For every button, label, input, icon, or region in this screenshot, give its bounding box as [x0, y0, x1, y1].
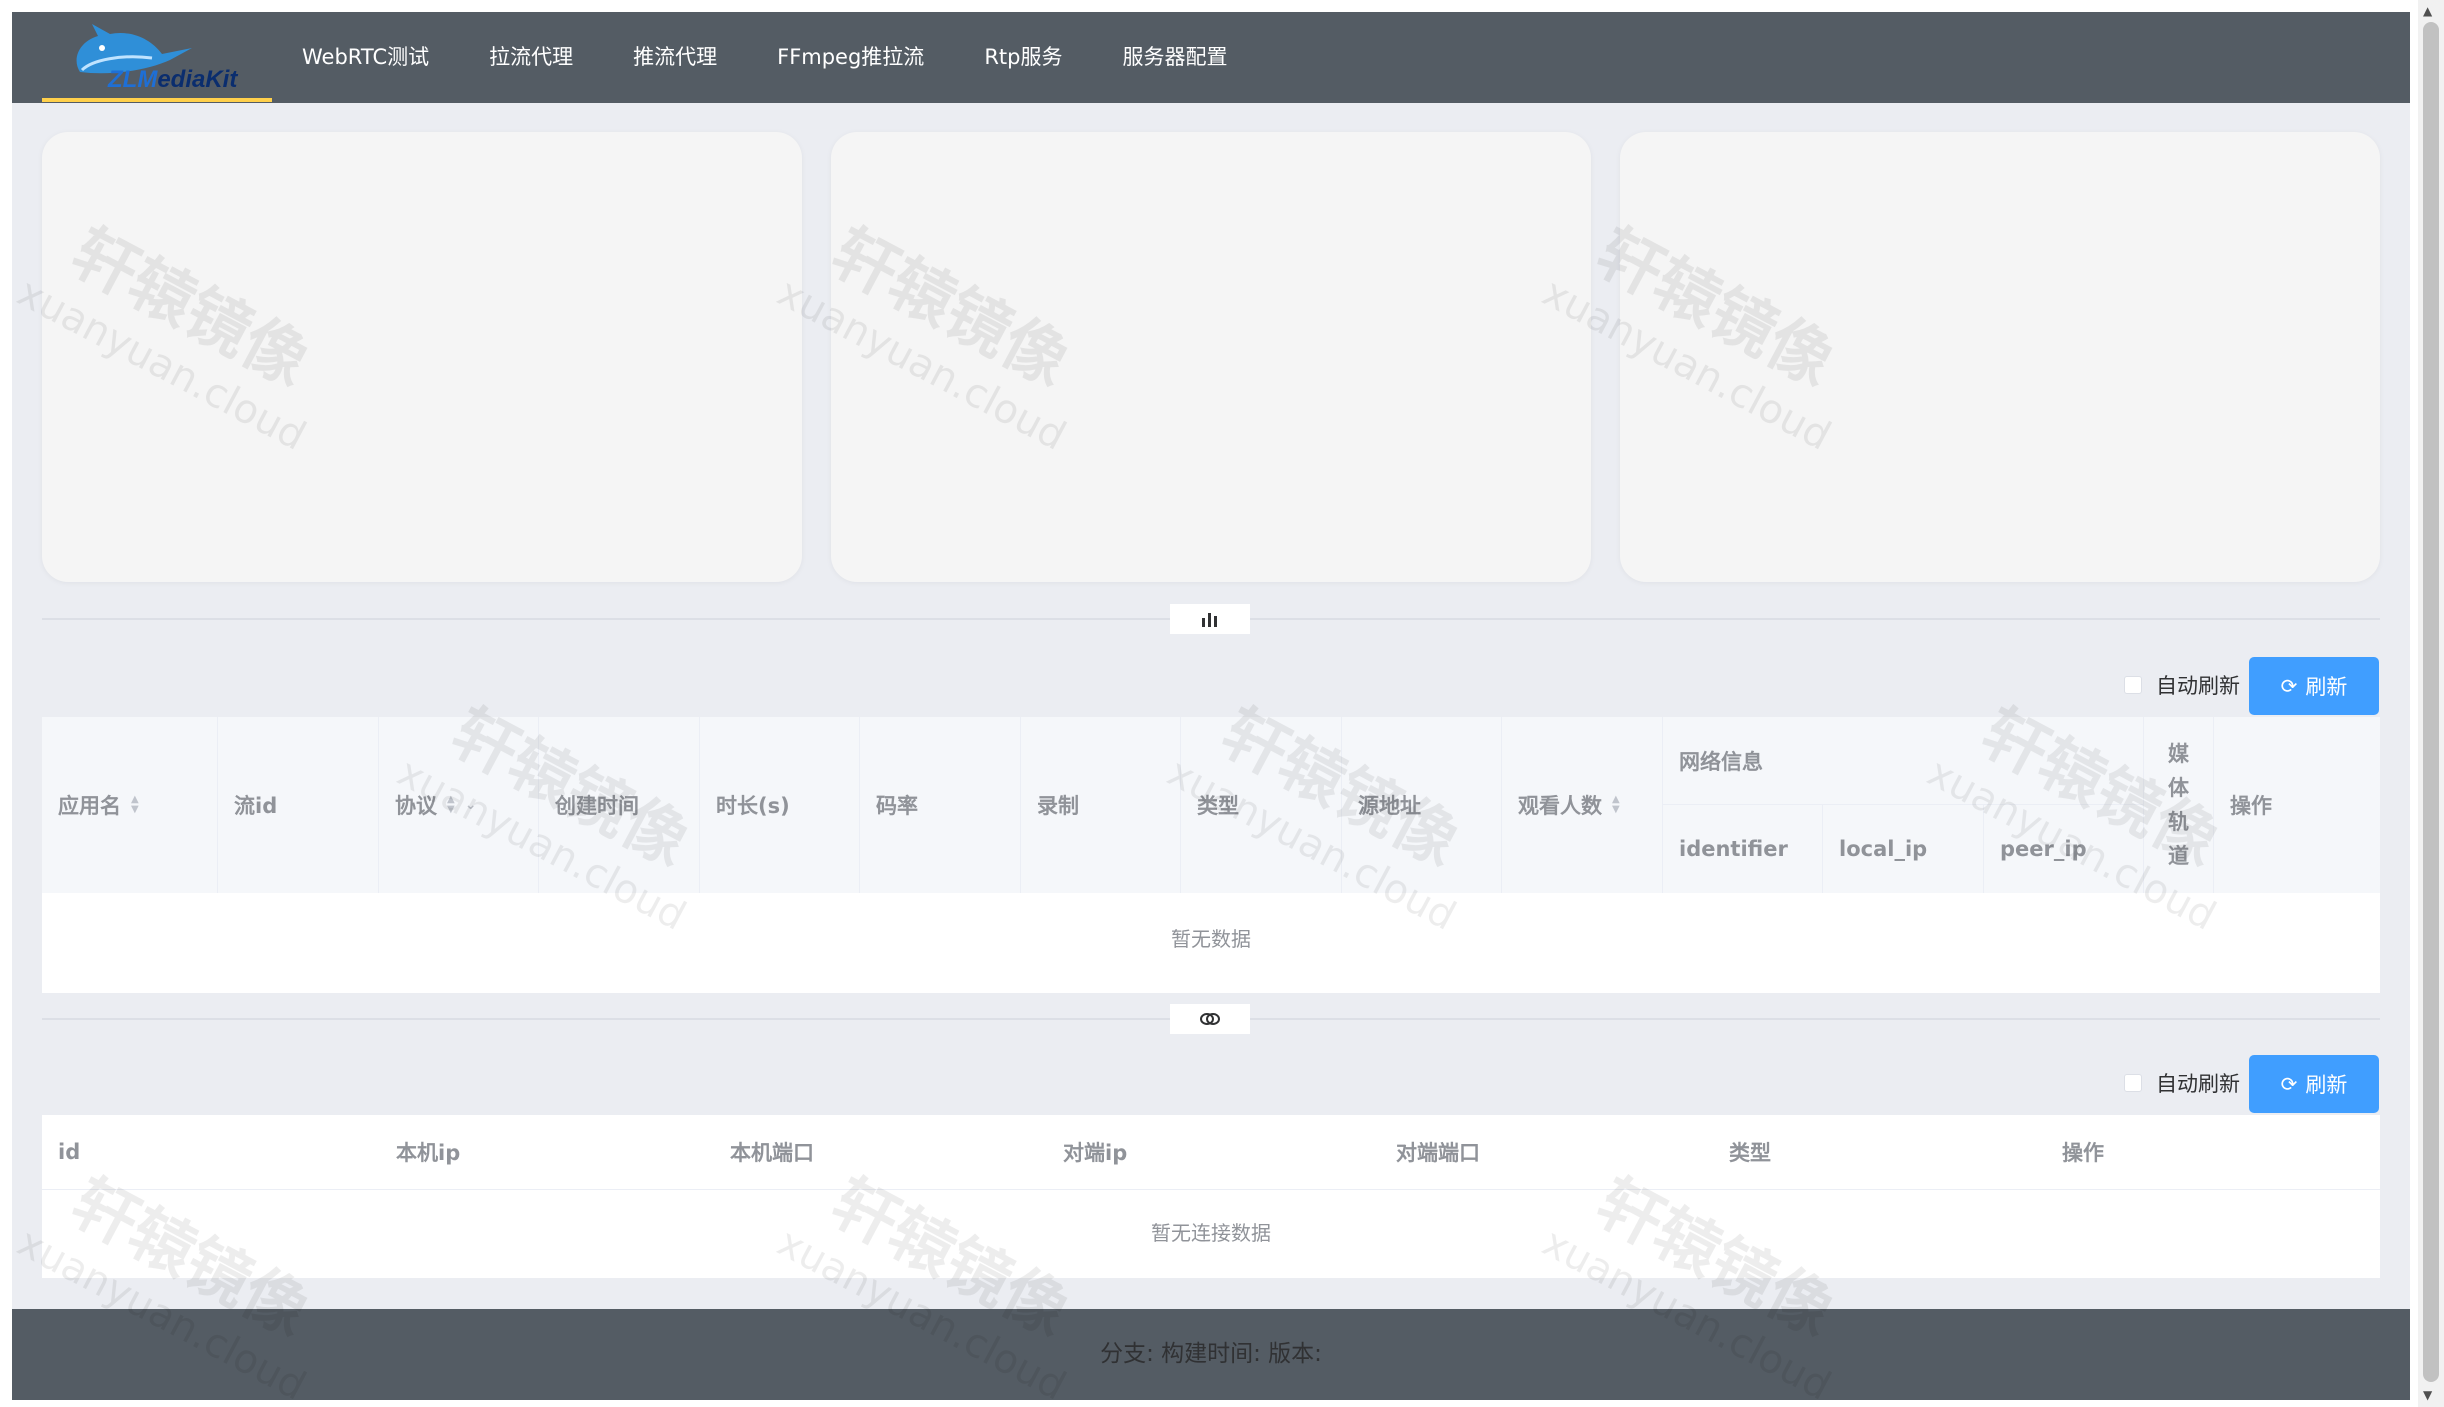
col-actions-label: 操作: [2230, 794, 2272, 818]
nav-item-pull-proxy[interactable]: 拉流代理: [459, 12, 603, 103]
zlmediakit-logo[interactable]: ZLMediaKit: [42, 16, 272, 102]
col-app-label: 应用名: [58, 794, 121, 818]
sort-icon[interactable]: ▲ ▼: [131, 795, 139, 815]
scroll-down-arrow-icon[interactable]: ▼: [2423, 1388, 2432, 1402]
col-record-label: 录制: [1037, 794, 1079, 818]
col-type-label: 类型: [1197, 794, 1239, 818]
col-local-ip-label: local_ip: [1839, 837, 1928, 861]
col-network-label: 网络信息: [1679, 749, 1763, 774]
connection-table-empty: 暂无连接数据: [1151, 1221, 1271, 1245]
col-created: 创建时间: [539, 717, 700, 893]
conn-col-id: id: [42, 1115, 376, 1189]
col-local-ip: local_ip: [1823, 805, 1984, 893]
chart-toggle-button[interactable]: [1170, 604, 1250, 634]
col-duration: 时长(s): [700, 717, 860, 893]
col-viewers-label: 观看人数: [1518, 794, 1602, 818]
app-frame: ZLMediaKit WebRTC测试 拉流代理 推流代理 FFmpeg推拉流 …: [12, 12, 2410, 1400]
logo-wordmark: ZLMediaKit: [108, 66, 238, 93]
col-source-label: 源地址: [1358, 794, 1421, 818]
col-duration-label: 时长(s): [716, 794, 790, 818]
col-identifier: identifier: [1663, 805, 1823, 893]
main-menu: WebRTC测试 拉流代理 推流代理 FFmpeg推拉流 Rtp服务 服务器配置: [272, 12, 1257, 103]
col-bitrate-label: 码率: [876, 794, 918, 818]
refresh-connections-button[interactable]: ⟳ 刷新: [2249, 1055, 2379, 1113]
vertical-scrollbar[interactable]: ▲ ▼: [2418, 0, 2444, 1407]
col-peer-ip-label: peer_ip: [2000, 837, 2087, 861]
col-protocol-label: 协议: [395, 794, 437, 818]
sort-icon[interactable]: ▲ ▼: [1612, 795, 1620, 815]
connection-table: id 本机ip 本机端口 对端ip 对端端口 类型 操作 暂无连接数据: [42, 1115, 2380, 1278]
nav-item-webrtc-test[interactable]: WebRTC测试: [272, 12, 459, 103]
nav-item-server-config[interactable]: 服务器配置: [1092, 12, 1257, 103]
scroll-up-arrow-icon[interactable]: ▲: [2423, 4, 2432, 18]
col-tracks: 媒体轨道: [2144, 717, 2214, 893]
nav-item-push-proxy[interactable]: 推流代理: [603, 12, 747, 103]
refresh-label: 刷新: [2305, 675, 2348, 699]
auto-refresh-label: 自动刷新: [2156, 674, 2240, 698]
auto-refresh-checkbox[interactable]: [2124, 676, 2142, 694]
conn-col-peer-port: 对端端口: [1380, 1115, 1714, 1189]
stats-card-3: [1620, 132, 2380, 582]
col-tracks-label: 媒体轨道: [2168, 742, 2189, 868]
col-stream: 流id: [218, 717, 379, 893]
col-protocol[interactable]: 协议 ▲ ▼ ⌄: [379, 717, 539, 893]
conn-col-peer-ip: 对端ip: [1047, 1115, 1381, 1189]
conn-col-actions: 操作: [2046, 1115, 2380, 1189]
conn-auto-refresh-checkbox[interactable]: [2124, 1074, 2142, 1092]
link-toggle-button[interactable]: [1170, 1004, 1250, 1034]
bar-chart-icon: [1202, 613, 1217, 627]
conn-auto-refresh-label: 自动刷新: [2156, 1072, 2240, 1096]
conn-auto-refresh-toggle[interactable]: 自动刷新: [2124, 1068, 2240, 1098]
conn-col-type-label: 类型: [1729, 1141, 1771, 1165]
col-network-group: 网络信息: [1663, 717, 2144, 805]
conn-col-peer-ip-label: 对端ip: [1063, 1141, 1128, 1165]
conn-col-local-port: 本机端口: [714, 1115, 1048, 1189]
conn-col-local-port-label: 本机端口: [730, 1141, 814, 1165]
refresh-icon: ⟳: [2280, 674, 2298, 698]
col-peer-ip: peer_ip: [1984, 805, 2144, 893]
top-navbar: ZLMediaKit WebRTC测试 拉流代理 推流代理 FFmpeg推拉流 …: [12, 12, 2410, 103]
conn-col-peer-port-label: 对端端口: [1396, 1141, 1480, 1165]
col-app[interactable]: 应用名 ▲ ▼: [42, 717, 218, 893]
col-stream-label: 流id: [234, 794, 278, 818]
connection-table-header: id 本机ip 本机端口 对端ip 对端端口 类型 操作: [42, 1115, 2380, 1190]
stream-table-empty: 暂无数据: [1171, 927, 1251, 951]
col-bitrate: 码率: [860, 717, 1021, 893]
conn-col-id-label: id: [58, 1140, 81, 1164]
col-type: 类型: [1181, 717, 1342, 893]
footer-build-info: 分支: 构建时间: 版本:: [12, 1309, 2410, 1400]
auto-refresh-toggle[interactable]: 自动刷新: [2124, 670, 2240, 700]
scrollbar-thumb[interactable]: [2423, 22, 2439, 1382]
conn-col-actions-label: 操作: [2062, 1141, 2104, 1165]
refresh-streams-button[interactable]: ⟳ 刷新: [2249, 657, 2379, 715]
stream-table-header: 应用名 ▲ ▼ 流id 协议 ▲ ▼ ⌄ 创建时间 时长(s) 码率 录制 类型…: [42, 717, 2380, 893]
col-actions: 操作: [2214, 717, 2380, 893]
stats-card-2: [831, 132, 1591, 582]
col-viewers[interactable]: 观看人数 ▲ ▼: [1502, 717, 1663, 893]
col-created-label: 创建时间: [555, 794, 639, 818]
link-icon: [1200, 1013, 1220, 1025]
conn-col-type: 类型: [1713, 1115, 2047, 1189]
conn-col-local-ip: 本机ip: [380, 1115, 714, 1189]
sort-icon[interactable]: ▲ ▼: [447, 795, 455, 815]
conn-refresh-label: 刷新: [2305, 1073, 2348, 1097]
nav-item-rtp-service[interactable]: Rtp服务: [954, 12, 1092, 103]
stream-table: 应用名 ▲ ▼ 流id 协议 ▲ ▼ ⌄ 创建时间 时长(s) 码率 录制 类型…: [42, 717, 2380, 993]
conn-col-local-ip-label: 本机ip: [396, 1141, 461, 1165]
col-identifier-label: identifier: [1679, 837, 1788, 861]
nav-item-ffmpeg[interactable]: FFmpeg推拉流: [747, 12, 954, 103]
refresh-icon: ⟳: [2280, 1072, 2298, 1096]
stats-card-1: [42, 132, 802, 582]
filter-chevron-icon[interactable]: ⌄: [465, 797, 477, 813]
col-record: 录制: [1021, 717, 1181, 893]
col-source: 源地址: [1342, 717, 1502, 893]
